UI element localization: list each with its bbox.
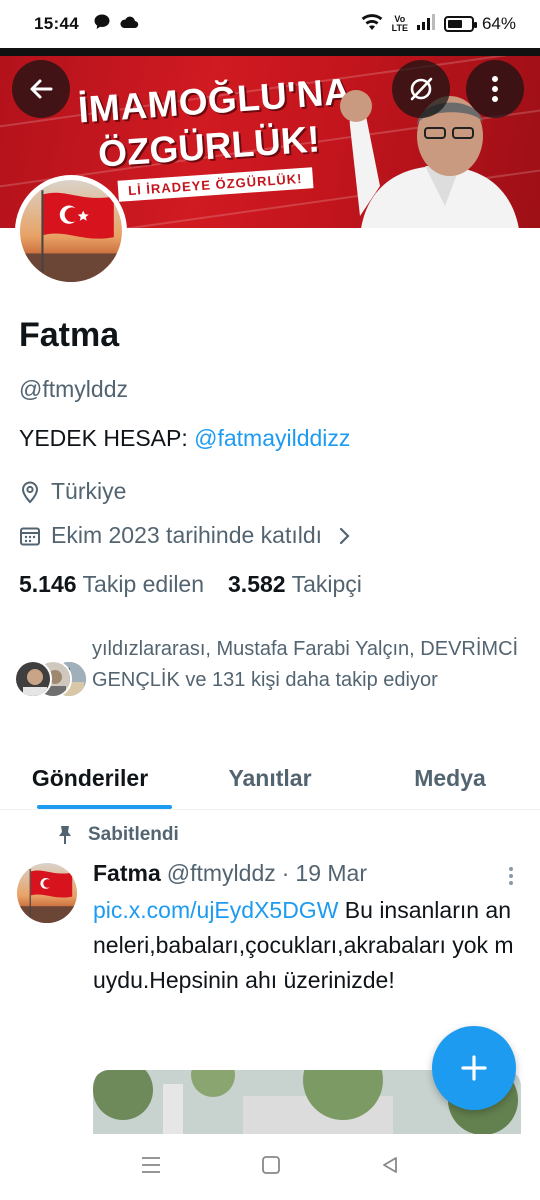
- status-bar: 15:44 Vo LTE 64%: [0, 0, 540, 48]
- followed-by-avatars: [14, 660, 88, 700]
- battery-percent: 64%: [481, 14, 516, 33]
- grok-icon: [410, 77, 433, 101]
- compose-button[interactable]: [432, 1026, 516, 1110]
- profile-avatar[interactable]: [15, 175, 127, 287]
- arrow-left-icon: [30, 79, 53, 99]
- battery-icon: [443, 16, 477, 32]
- tweet-separator: ·: [281, 860, 290, 886]
- home-button[interactable]: [261, 1155, 281, 1180]
- active-tab-indicator: [37, 805, 172, 809]
- pinned-indicator: Sabitlendi: [56, 824, 179, 846]
- bio-text: YEDEK HESAP:: [19, 425, 195, 451]
- tweet-text: pic.x.com/ujEydX5DGW Bu insanların annel…: [93, 893, 521, 998]
- tweet-media-link[interactable]: pic.x.com/ujEydX5DGW: [93, 897, 338, 923]
- location-row: Türkiye: [19, 478, 126, 505]
- top-divider: [0, 48, 540, 56]
- system-nav-bar: [0, 1134, 540, 1200]
- system-back-button[interactable]: [380, 1155, 400, 1180]
- following-label: Takip edilen: [82, 571, 205, 597]
- wifi-icon: [360, 13, 384, 36]
- profile-name: Fatma: [19, 316, 120, 354]
- tab-posts[interactable]: Gönderiler: [0, 748, 180, 809]
- followers-stat[interactable]: 3.582 Takipçi: [228, 571, 362, 598]
- plus-icon: [461, 1055, 487, 1081]
- menu-lines-icon: [141, 1156, 160, 1173]
- tweet-avatar-image: [17, 863, 77, 923]
- tweet-header: Fatma @ftmylddz · 19 Mar: [93, 860, 367, 887]
- tweet-date[interactable]: 19 Mar: [295, 860, 367, 887]
- followed-by-row[interactable]: yıldızlararası, Mustafa Farabi Yalçın, D…: [14, 634, 532, 700]
- home-square-icon: [262, 1155, 280, 1174]
- grok-button[interactable]: [392, 60, 450, 118]
- profile-tabs: Gönderiler Yanıtlar Medya: [0, 748, 540, 810]
- joined-row[interactable]: Ekim 2023 tarihinde katıldı: [19, 522, 352, 549]
- joined-text: Ekim 2023 tarihinde katıldı: [51, 522, 323, 548]
- location-text: Türkiye: [51, 478, 127, 504]
- chevron-right-icon: [339, 527, 350, 544]
- calendar-icon: [20, 527, 40, 545]
- profile-bio: YEDEK HESAP: @fatmayilddizz: [19, 425, 350, 452]
- pin-icon: [59, 826, 71, 844]
- tweet-author-handle[interactable]: @ftmylddz: [167, 860, 276, 887]
- tab-media[interactable]: Medya: [360, 748, 540, 809]
- following-stat[interactable]: 5.146 Takip edilen: [19, 571, 204, 598]
- more-vertical-icon: [509, 867, 513, 885]
- following-count: 5.146: [19, 571, 77, 597]
- recents-button[interactable]: [140, 1156, 162, 1179]
- location-pin-icon: [21, 481, 39, 503]
- more-options-button[interactable]: [466, 60, 524, 118]
- volte-indicator: Vo LTE: [391, 14, 408, 33]
- followed-by-text: yıldızlararası, Mustafa Farabi Yalçın, D…: [92, 638, 519, 691]
- tab-replies-label: Yanıtlar: [228, 765, 312, 791]
- tab-media-label: Medya: [414, 765, 486, 791]
- tweet-author-avatar[interactable]: [17, 863, 77, 923]
- signal-icon: [416, 13, 436, 35]
- followers-label: Takipçi: [291, 571, 362, 597]
- back-button[interactable]: [12, 60, 70, 118]
- tab-posts-label: Gönderiler: [31, 765, 149, 791]
- mini-avatar-1: [14, 660, 52, 698]
- profile-handle: @ftmylddz: [19, 376, 128, 402]
- tweet-more-button[interactable]: [508, 866, 514, 891]
- chat-bubble-icon: [93, 13, 111, 36]
- followers-count: 3.582: [228, 571, 286, 597]
- more-vertical-icon: [492, 76, 498, 102]
- pinned-label: Sabitlendi: [88, 824, 179, 845]
- cloud-icon: [119, 14, 139, 34]
- bio-mention-link[interactable]: @fatmayilddizz: [194, 425, 350, 451]
- status-time: 15:44: [34, 14, 79, 33]
- follow-stats: 5.146 Takip edilen 3.582 Takipçi: [19, 571, 362, 598]
- tweet-author-name[interactable]: Fatma: [93, 860, 161, 887]
- avatar-image: [20, 180, 122, 282]
- back-triangle-icon: [383, 1156, 398, 1173]
- banner-subtitle: Lİ İRADEYE ÖZGÜRLÜK!: [117, 167, 314, 202]
- tab-replies[interactable]: Yanıtlar: [180, 748, 360, 809]
